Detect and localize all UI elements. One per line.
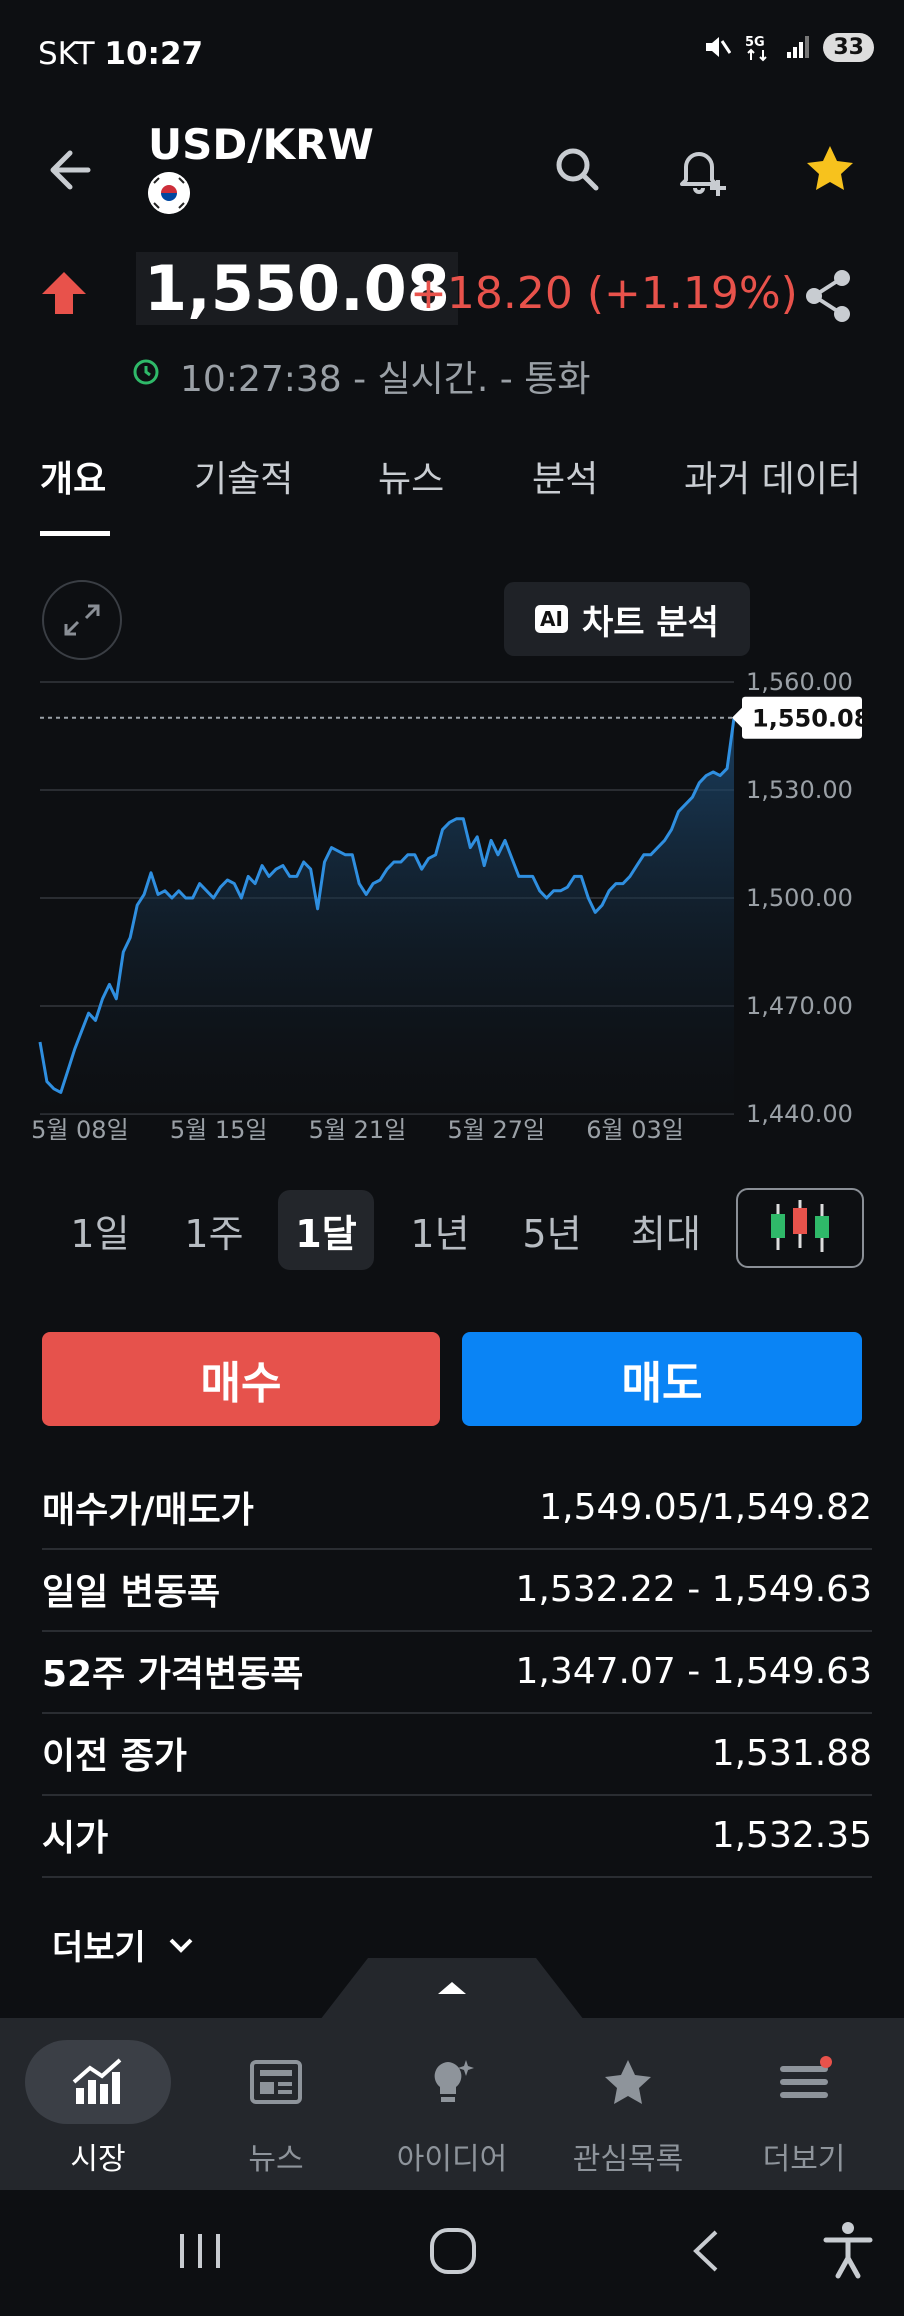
nav-watchlist[interactable]: 관심목록 [548,2040,708,2180]
share-button[interactable] [800,266,856,330]
tab-overview[interactable]: 개요 [40,450,106,502]
show-more-label: 더보기 [52,1928,146,1968]
clock-icon [132,358,160,390]
up-arrow-icon [40,268,88,322]
stat-label: 시가 [42,1818,109,1859]
sell-button[interactable]: 매도 [462,1332,862,1426]
status-bar: SKT 10:27 5G 33 [0,0,904,110]
star-icon [605,2060,651,2104]
range-1d[interactable]: 1일 [52,1190,148,1270]
expand-chart-button[interactable] [42,580,122,660]
x-tick-label: 5월 15일 [170,1116,268,1140]
range-1m[interactable]: 1달 [278,1190,374,1270]
recent-apps-icon[interactable] [170,2226,230,2276]
stat-row-day-range: 일일 변동폭 1,532.22 - 1,549.63 [42,1548,872,1632]
arrow-left-icon [50,150,91,190]
stat-label: 52주 가격변동폭 [42,1654,304,1695]
back-nav-icon[interactable] [682,2226,732,2276]
stat-row-52w-range: 52주 가격변동폭 1,347.07 - 1,549.63 [42,1630,872,1714]
search-button[interactable] [548,140,608,200]
buy-button[interactable]: 매수 [42,1332,440,1426]
chevron-down-icon [169,1938,193,1953]
ai-icon: AI [535,605,568,633]
stat-value: 1,347.07 - 1,549.63 [515,1650,872,1692]
last-price-label: 1,550.08 [752,705,870,733]
notification-dot [820,2056,832,2068]
x-tick-label: 5월 21일 [309,1116,407,1140]
news-icon [250,2060,302,2104]
nav-ideas[interactable]: 아이디어 [372,2040,532,2180]
ai-chart-analysis-button[interactable]: AI 차트 분석 [504,582,750,656]
nav-label: 더보기 [762,2142,846,2177]
chart-icon [72,2058,122,2104]
stat-value: 1,532.22 - 1,549.63 [515,1568,872,1610]
price-chart[interactable]: 1,560.00 1,530.00 1,500.00 1,470.00 1,440.00… [0,660,904,1140]
add-alert-button[interactable] [672,140,732,200]
watchlist-star-button[interactable] [800,140,860,200]
x-tick-label: 5월 27일 [447,1116,545,1140]
y-tick-label: 1,440.00 [746,1100,853,1128]
bell-plus-icon [680,152,726,196]
stat-value: 1,549.05/1,549.82 [539,1486,872,1528]
range-1w[interactable]: 1주 [166,1190,262,1270]
price-change: +18.20 (+1.19%) [410,268,798,319]
stat-label: 일일 변동폭 [42,1572,221,1613]
stat-value: 1,531.88 [711,1732,872,1774]
nav-label: 시장 [70,2142,126,2177]
menu-icon [780,2056,832,2098]
stat-row-open: 시가 1,532.35 [42,1794,872,1878]
lightbulb-icon [434,2060,474,2102]
ai-button-label: 차트 분석 [581,602,719,643]
y-tick-label: 1,500.00 [746,884,853,912]
y-tick-label: 1,530.00 [746,776,853,804]
stat-label: 이전 종가 [42,1736,188,1777]
stat-label: 매수가/매도가 [42,1490,254,1531]
range-5y[interactable]: 5년 [504,1190,600,1270]
nav-more[interactable]: 더보기 [724,2040,884,2180]
mute-icon [706,37,732,57]
status-carrier: SKT 10:27 [38,36,204,72]
y-tick-label: 1,470.00 [746,992,853,1020]
y-tick-label: 1,560.00 [746,668,853,696]
nav-label: 뉴스 [248,2142,304,2177]
nav-markets[interactable]: 시장 [18,2040,178,2180]
signal-icon [787,36,810,58]
nav-news[interactable]: 뉴스 [196,2040,356,2180]
stat-row-prev-close: 이전 종가 1,531.88 [42,1712,872,1796]
back-button[interactable] [40,140,106,200]
tab-analysis[interactable]: 분석 [532,450,598,502]
share-icon [806,270,850,322]
search-icon [556,148,599,191]
home-icon[interactable] [426,2224,480,2278]
quote-timestamp: 10:27:38 - 실시간. - 통화 [180,359,591,400]
status-icons: 5G 33 [703,32,874,62]
active-tab-indicator [40,531,110,536]
expand-icon [64,604,100,636]
nav-label: 관심목록 [572,2142,684,2177]
x-tick-label: 6월 03일 [586,1116,684,1140]
system-navigation-bar [0,2190,904,2316]
chart-area-fill [40,718,734,1114]
star-icon [807,146,853,190]
tab-historical-data[interactable]: 과거 데이터 [684,450,861,502]
show-more-button[interactable]: 더보기 [52,1920,196,1969]
stat-value: 1,532.35 [711,1814,872,1856]
page-title: USD/KRW [148,120,374,169]
tab-news[interactable]: 뉴스 [378,450,444,502]
range-1y[interactable]: 1년 [392,1190,488,1270]
chart-type-button[interactable] [736,1188,864,1268]
tab-technical[interactable]: 기술적 [194,450,293,502]
x-tick-label: 5월 08일 [31,1116,129,1140]
stat-row-bid-ask: 매수가/매도가 1,549.05/1,549.82 [42,1466,872,1550]
range-max[interactable]: 최대 [618,1190,714,1270]
nav-label: 아이디어 [396,2142,508,2177]
status-time: 10:27 [104,36,204,72]
5g-icon: 5G [745,35,768,62]
candlestick-icon [771,1200,829,1252]
korea-flag-icon [148,172,190,214]
drawer-handle[interactable] [320,1958,584,2020]
accessibility-icon[interactable] [820,2220,876,2280]
battery-indicator: 33 [823,32,874,62]
svg-text:5G: 5G [745,35,765,50]
